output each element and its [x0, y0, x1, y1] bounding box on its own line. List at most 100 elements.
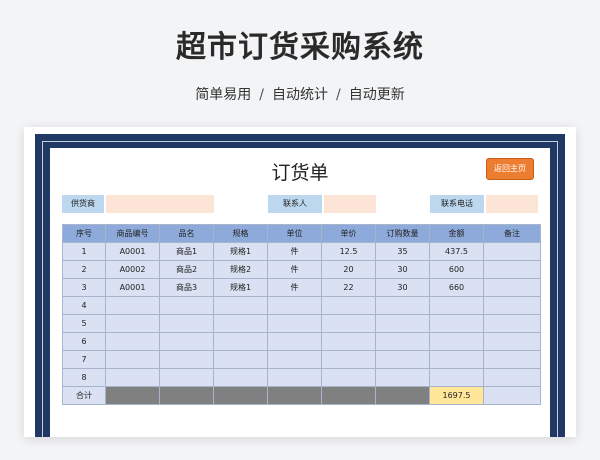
- supplier-field[interactable]: [106, 195, 214, 213]
- cell-amount[interactable]: [429, 350, 484, 369]
- total-merged-cell: [267, 386, 322, 405]
- total-merged-cell: [213, 386, 268, 405]
- cell-spec[interactable]: 规格2: [213, 260, 268, 279]
- cell-note[interactable]: [483, 332, 541, 351]
- table-row: 4: [62, 296, 541, 315]
- cell-name[interactable]: 商品1: [159, 242, 214, 261]
- cell-price[interactable]: [321, 350, 376, 369]
- cell-unit[interactable]: 件: [267, 242, 322, 261]
- page-subtitle: 简单易用 / 自动统计 / 自动更新: [0, 84, 600, 104]
- cell-note[interactable]: [483, 350, 541, 369]
- table-header-row: 序号 商品编号 品名 规格 单位 单价 订购数量 金额 备注: [62, 224, 541, 243]
- cell-spec[interactable]: [213, 314, 268, 333]
- cell-note[interactable]: [483, 242, 541, 261]
- cell-price[interactable]: 12.5: [321, 242, 376, 261]
- cell-index: 1: [62, 242, 106, 261]
- cell-index: 7: [62, 350, 106, 369]
- cell-item-code[interactable]: [105, 332, 160, 351]
- header-note: 备注: [483, 224, 541, 243]
- cell-price[interactable]: [321, 368, 376, 387]
- header-name: 品名: [159, 224, 214, 243]
- cell-note[interactable]: [483, 278, 541, 297]
- subtitle-item-easy: 简单易用: [195, 87, 252, 103]
- cell-item-code[interactable]: A0001: [105, 242, 160, 261]
- cell-item-code[interactable]: [105, 296, 160, 315]
- cell-quantity[interactable]: [375, 332, 430, 351]
- cell-amount[interactable]: [429, 368, 484, 387]
- cell-unit[interactable]: 件: [267, 260, 322, 279]
- cell-price[interactable]: [321, 332, 376, 351]
- cell-quantity[interactable]: [375, 296, 430, 315]
- total-note-cell[interactable]: [483, 386, 541, 405]
- header-spec: 规格: [213, 224, 268, 243]
- cell-amount[interactable]: [429, 296, 484, 315]
- cell-quantity[interactable]: [375, 350, 430, 369]
- cell-item-code[interactable]: [105, 368, 160, 387]
- cell-unit[interactable]: [267, 314, 322, 333]
- cell-amount[interactable]: 437.5: [429, 242, 484, 261]
- cell-item-code[interactable]: A0001: [105, 278, 160, 297]
- cell-unit[interactable]: [267, 296, 322, 315]
- cell-note[interactable]: [483, 296, 541, 315]
- cell-spec[interactable]: [213, 296, 268, 315]
- cell-price[interactable]: [321, 314, 376, 333]
- cell-note[interactable]: [483, 368, 541, 387]
- table-row: 6: [62, 332, 541, 351]
- cell-quantity[interactable]: 30: [375, 278, 430, 297]
- header-price: 单价: [321, 224, 376, 243]
- cell-name[interactable]: 商品2: [159, 260, 214, 279]
- cell-amount[interactable]: 600: [429, 260, 484, 279]
- cell-price[interactable]: [321, 296, 376, 315]
- cell-index: 6: [62, 332, 106, 351]
- cell-item-code[interactable]: [105, 314, 160, 333]
- header-quantity: 订购数量: [375, 224, 430, 243]
- contact-field[interactable]: [324, 195, 376, 213]
- total-row: 合计 1697.5: [62, 386, 541, 405]
- cell-note[interactable]: [483, 314, 541, 333]
- table-body: 1 A0001 商品1 规格1 件 12.5 35 437.5 2 A0002 商品2 规格2 件 20 3…: [62, 242, 541, 387]
- cell-name[interactable]: [159, 332, 214, 351]
- contact-label: 联系人: [268, 195, 322, 213]
- total-amount: 1697.5: [429, 386, 484, 405]
- cell-amount[interactable]: [429, 332, 484, 351]
- cell-spec[interactable]: 规格1: [213, 242, 268, 261]
- cell-spec[interactable]: [213, 332, 268, 351]
- cell-note[interactable]: [483, 260, 541, 279]
- cell-price[interactable]: 20: [321, 260, 376, 279]
- cell-name[interactable]: [159, 350, 214, 369]
- home-button[interactable]: 返回主页: [486, 158, 534, 180]
- subtitle-separator: /: [259, 87, 264, 103]
- cell-unit[interactable]: [267, 332, 322, 351]
- total-label: 合计: [62, 386, 106, 405]
- cell-quantity[interactable]: 35: [375, 242, 430, 261]
- cell-name[interactable]: 商品3: [159, 278, 214, 297]
- cell-item-code[interactable]: A0002: [105, 260, 160, 279]
- cell-unit[interactable]: [267, 350, 322, 369]
- cell-name[interactable]: [159, 296, 214, 315]
- table-row: 2 A0002 商品2 规格2 件 20 30 600: [62, 260, 541, 279]
- phone-field[interactable]: [486, 195, 538, 213]
- cell-amount[interactable]: 660: [429, 278, 484, 297]
- cell-spec[interactable]: 规格1: [213, 278, 268, 297]
- subtitle-separator: /: [336, 87, 341, 103]
- cell-item-code[interactable]: [105, 350, 160, 369]
- header-index: 序号: [62, 224, 106, 243]
- cell-unit[interactable]: [267, 368, 322, 387]
- order-sheet: 订货单 返回主页 供货商 联系人 联系电话 序号 商品编号 品名 规格 单位 单…: [50, 148, 550, 437]
- cell-quantity[interactable]: [375, 368, 430, 387]
- total-merged-cell: [105, 386, 160, 405]
- cell-name[interactable]: [159, 368, 214, 387]
- cell-amount[interactable]: [429, 314, 484, 333]
- header-amount: 金额: [429, 224, 484, 243]
- cell-unit[interactable]: 件: [267, 278, 322, 297]
- cell-price[interactable]: 22: [321, 278, 376, 297]
- cell-quantity[interactable]: [375, 314, 430, 333]
- cell-index: 2: [62, 260, 106, 279]
- cell-index: 4: [62, 296, 106, 315]
- sheet-title: 订货单: [271, 162, 329, 184]
- subtitle-item-auto-update: 自动更新: [348, 87, 405, 103]
- cell-spec[interactable]: [213, 368, 268, 387]
- cell-spec[interactable]: [213, 350, 268, 369]
- cell-name[interactable]: [159, 314, 214, 333]
- cell-quantity[interactable]: 30: [375, 260, 430, 279]
